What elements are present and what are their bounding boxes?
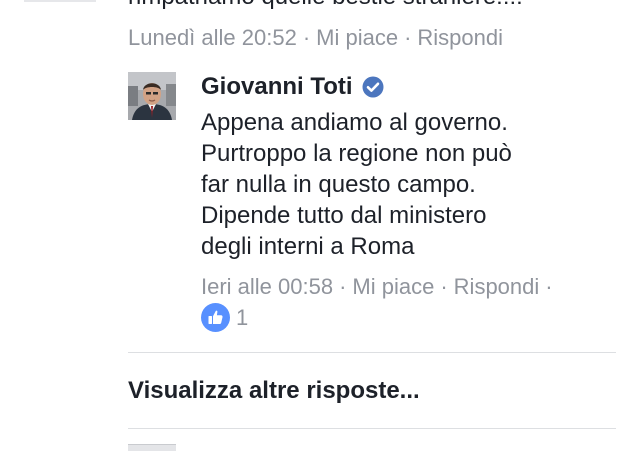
reply-text-line: Purtroppo la regione non può xyxy=(201,140,512,167)
section-divider xyxy=(128,352,616,353)
reply-reply-link[interactable]: Rispondi xyxy=(454,274,540,299)
reply-text-line: degli interni a Roma xyxy=(201,233,415,260)
verified-badge-icon xyxy=(362,76,384,98)
reply-timestamp[interactable]: Ieri alle 00:58 xyxy=(201,274,333,299)
section-divider xyxy=(128,428,616,429)
previous-comment-timestamp[interactable]: Lunedì alle 20:52 xyxy=(128,25,297,50)
avatar-portrait-image xyxy=(128,72,176,120)
previous-comment-reply-link[interactable]: Rispondi xyxy=(417,25,503,50)
meta-separator: · xyxy=(545,274,553,299)
meta-separator: · xyxy=(339,274,347,299)
reply-text-line: far nulla in questo campo. xyxy=(201,171,476,198)
reaction-summary[interactable]: 1 xyxy=(201,303,248,332)
reply-meta: Ieri alle 00:58 · Mi piace · Rispondi · xyxy=(201,274,559,300)
avatar[interactable] xyxy=(128,72,176,120)
meta-separator: · xyxy=(440,274,448,299)
author-row: Giovanni Toti xyxy=(201,72,384,102)
meta-separator: · xyxy=(404,25,412,50)
top-divider xyxy=(24,0,96,2)
reply-text-line: Dipende tutto dal ministero xyxy=(201,202,487,229)
reply-comment-text: Appena andiamo al governo. Purtroppo la … xyxy=(201,107,601,262)
previous-comment-like-link[interactable]: Mi piace xyxy=(316,25,398,50)
reaction-count: 1 xyxy=(236,304,249,330)
previous-comment-meta: Lunedì alle 20:52 · Mi piace · Rispondi xyxy=(128,25,503,51)
reply-like-link[interactable]: Mi piace xyxy=(352,274,434,299)
reply-text-line: Appena andiamo al governo. xyxy=(201,109,508,136)
thumbs-up-icon xyxy=(201,303,230,332)
meta-separator: · xyxy=(302,25,311,50)
previous-comment-text: rimpatriamo quelle bestie straniere!!!! xyxy=(128,0,523,11)
view-more-replies-link[interactable]: Visualizza altre risposte... xyxy=(128,377,420,405)
author-name-link[interactable]: Giovanni Toti xyxy=(201,72,353,102)
